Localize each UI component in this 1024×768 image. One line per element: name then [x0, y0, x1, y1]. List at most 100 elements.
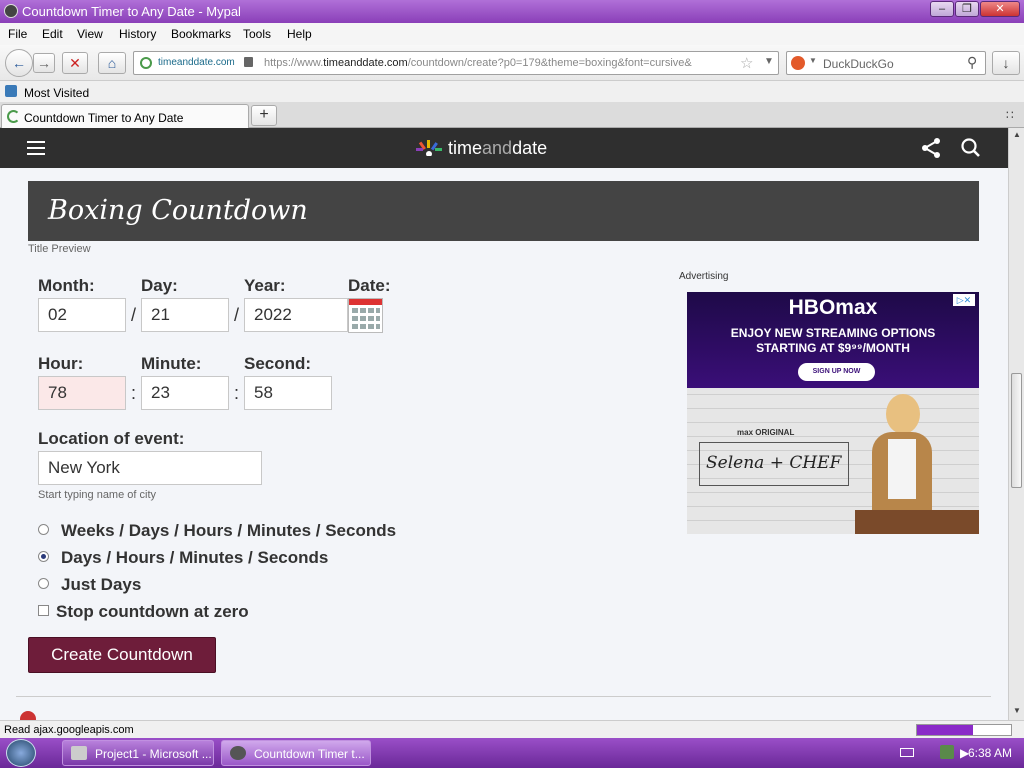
download-button[interactable]: ↓ [992, 51, 1020, 75]
second-input[interactable]: 58 [244, 376, 332, 410]
bookmark-star-icon[interactable]: ☆ [740, 54, 753, 72]
radio-days-hours[interactable] [38, 551, 49, 562]
hour-label: Hour: [38, 354, 84, 373]
url-text: https://www.timeanddate.com/countdown/cr… [264, 57, 692, 69]
tab-countdown-timer[interactable]: Countdown Timer to Any Date [1, 104, 249, 128]
taskbar: Project1 - Microsoft ... Countdown Timer… [0, 738, 1024, 768]
bookmark-most-visited[interactable]: Most Visited [24, 86, 89, 100]
day-input[interactable]: 21 [141, 298, 229, 332]
search-icon[interactable]: ⚲ [967, 54, 977, 71]
radio-weeks-days-hours[interactable] [38, 524, 49, 535]
search-icon[interactable] [960, 137, 982, 159]
option-just-days-label[interactable]: Just Days [61, 575, 141, 595]
ad-choices-icon[interactable]: ▷✕ [953, 294, 975, 306]
menu-view[interactable]: View [77, 27, 103, 41]
site-identity-label: timeanddate.com [158, 57, 235, 68]
home-button[interactable]: ⌂ [98, 52, 126, 74]
stop-button[interactable]: ✕ [62, 52, 88, 74]
preview-title: Boxing Countdown [48, 195, 308, 226]
maximize-button[interactable]: ❐ [955, 1, 979, 17]
bookmark-folder-icon [5, 85, 17, 97]
search-box[interactable]: ▼ DuckDuckGo ⚲ [786, 51, 986, 75]
advertising-label: Advertising [679, 271, 729, 282]
ad-cta-button[interactable]: SIGN UP NOW [798, 363, 875, 381]
search-engine-dropdown-icon[interactable]: ▼ [809, 56, 817, 65]
hbo-max-ad[interactable]: HBOmax ENJOY NEW STREAMING OPTIONS START… [687, 292, 979, 534]
navigation-bar: ← → ✕ ⌂ timeanddate.com https://www.time… [0, 45, 1024, 81]
time-separator: : [234, 383, 240, 403]
vb-app-icon [71, 746, 87, 760]
scroll-down-icon[interactable]: ▼ [1013, 706, 1021, 715]
search-input[interactable]: DuckDuckGo [823, 57, 894, 71]
site-header: timeanddate [0, 128, 1008, 168]
task-countdown-timer[interactable]: Countdown Timer t... [221, 740, 371, 766]
screen: Countdown Timer to Any Date - Mypal – ❐ … [0, 0, 1024, 768]
ad-brand-logo: HBOmax [788, 296, 878, 319]
minute-input[interactable]: 23 [141, 376, 229, 410]
option-weeks-days-hours-label[interactable]: Weeks / Days / Hours / Minutes / Seconds [61, 521, 396, 541]
tab-loading-icon [7, 110, 20, 123]
load-progress-bar [916, 724, 1012, 736]
back-button[interactable]: ← [5, 49, 33, 77]
share-icon[interactable] [920, 137, 942, 159]
date-label: Date: [348, 276, 391, 295]
radio-just-days[interactable] [38, 578, 49, 589]
ad-subline: STARTING AT $9⁹⁹/MONTH [756, 341, 910, 355]
scroll-up-icon[interactable]: ▲ [1013, 130, 1021, 139]
hamburger-menu-icon[interactable] [27, 141, 45, 155]
menu-tools[interactable]: Tools [243, 27, 271, 41]
second-label: Second: [244, 354, 312, 373]
forward-button[interactable]: → [33, 53, 55, 73]
url-dropdown-icon[interactable]: ▼ [764, 56, 774, 67]
title-preview-caption: Title Preview [28, 243, 91, 255]
url-bar[interactable]: timeanddate.com https://www.timeanddate.… [133, 51, 779, 75]
minute-label: Minute: [141, 354, 202, 373]
menu-edit[interactable]: Edit [42, 27, 63, 41]
menu-bookmarks[interactable]: Bookmarks [171, 27, 231, 41]
start-button[interactable] [6, 739, 36, 767]
location-input[interactable]: New York [38, 451, 262, 485]
task-project1[interactable]: Project1 - Microsoft ... [62, 740, 214, 766]
window-title: Countdown Timer to Any Date - Mypal [22, 4, 241, 19]
stop-at-zero-checkbox[interactable] [38, 605, 49, 616]
scroll-thumb[interactable] [1011, 373, 1022, 488]
month-input[interactable]: 02 [38, 298, 126, 332]
create-countdown-button[interactable]: Create Countdown [28, 637, 216, 673]
date-separator: / [131, 305, 137, 325]
ad-show-tag: max ORIGINAL [737, 428, 795, 437]
ad-show-title-box: Selena + CHEF [699, 442, 849, 486]
menu-history[interactable]: History [119, 27, 156, 41]
calendar-icon[interactable] [348, 298, 383, 333]
page-scrollbar[interactable]: ▲ ▼ [1008, 128, 1024, 720]
new-tab-button[interactable]: + [251, 105, 277, 126]
tab-label: Countdown Timer to Any Date [24, 111, 184, 125]
tab-list-icon[interactable]: ∷ [1006, 108, 1014, 122]
load-progress-fill [917, 725, 974, 735]
tab-bar: Countdown Timer to Any Date + ∷ [0, 102, 1024, 128]
task-label: Project1 - Microsoft ... [95, 747, 212, 761]
keyboard-tray-icon[interactable] [900, 748, 914, 757]
option-days-hours-label[interactable]: Days / Hours / Minutes / Seconds [61, 548, 328, 568]
logo-rays-icon [414, 140, 444, 156]
ad-image: max ORIGINAL Selena + CHEF [687, 388, 979, 534]
clock[interactable]: 6:38 AM [968, 746, 1012, 760]
time-separator: : [131, 383, 137, 403]
location-hint: Start typing name of city [38, 489, 156, 501]
menu-file[interactable]: File [8, 27, 27, 41]
close-button[interactable]: ✕ [980, 1, 1020, 17]
title-preview-banner: Boxing Countdown [28, 181, 979, 241]
next-section-icon [20, 711, 36, 720]
menu-help[interactable]: Help [287, 27, 312, 41]
network-tray-icon[interactable] [940, 745, 954, 759]
minimize-button[interactable]: – [930, 1, 954, 17]
stop-at-zero-label[interactable]: Stop countdown at zero [56, 602, 249, 622]
site-logo[interactable]: timeanddate [414, 138, 556, 160]
site-identity-icon [140, 57, 152, 69]
date-separator: / [234, 305, 240, 325]
hour-input[interactable]: 78 [38, 376, 126, 410]
menu-bar: File Edit View History Bookmarks Tools H… [0, 23, 1024, 45]
browser-task-icon [230, 746, 246, 760]
lock-icon [244, 57, 253, 67]
year-input[interactable]: 2022 [244, 298, 348, 332]
year-label: Year: [244, 276, 286, 295]
